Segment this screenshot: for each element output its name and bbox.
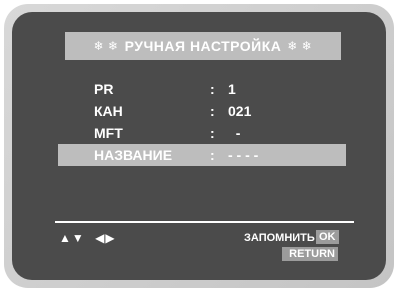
pr-label: PR: [94, 81, 114, 97]
tuning-menu: PR : 1 КАН : 021 MFT : - НАЗВАНИЕ : - - …: [58, 78, 358, 166]
name-colon: :: [210, 147, 215, 163]
pr-value: 1: [228, 81, 236, 97]
left-right-arrows-icon: ◀▶: [95, 231, 116, 245]
channel-value: 021: [228, 103, 252, 119]
menu-row-channel[interactable]: КАН : 021: [58, 100, 358, 122]
menu-title: РУЧНАЯ НАСТРОЙКА: [124, 38, 282, 54]
menu-title-bar: ❄ ❄ РУЧНАЯ НАСТРОЙКА ❄ ❄: [65, 32, 341, 60]
name-value: - - - -: [228, 147, 259, 163]
osd-screen: ❄ ❄ РУЧНАЯ НАСТРОЙКА ❄ ❄ PR : 1 КАН : 02…: [12, 12, 386, 280]
return-key[interactable]: RETURN: [282, 247, 338, 261]
mft-value: -: [228, 125, 241, 141]
menu-row-pr[interactable]: PR : 1: [58, 78, 358, 100]
mft-label: MFT: [94, 125, 123, 141]
name-label: НАЗВАНИЕ: [94, 147, 173, 163]
up-down-arrows-icon: ▲▼: [59, 231, 85, 245]
menu-row-name[interactable]: НАЗВАНИЕ : - - - -: [58, 144, 346, 166]
menu-row-mft[interactable]: MFT : -: [58, 122, 358, 144]
channel-colon: :: [210, 103, 215, 119]
store-label: ЗАПОМНИТЬ :: [244, 232, 322, 244]
pr-colon: :: [210, 81, 215, 97]
channel-label: КАН: [94, 103, 123, 119]
ok-key[interactable]: OK: [316, 230, 339, 244]
snowflake-icon-left: ❄ ❄: [93, 39, 119, 53]
navigation-hint: ▲▼ ◀▶: [59, 231, 122, 245]
mft-colon: :: [210, 125, 215, 141]
footer-divider: [55, 221, 354, 223]
snowflake-icon-right: ❄ ❄: [287, 39, 313, 53]
